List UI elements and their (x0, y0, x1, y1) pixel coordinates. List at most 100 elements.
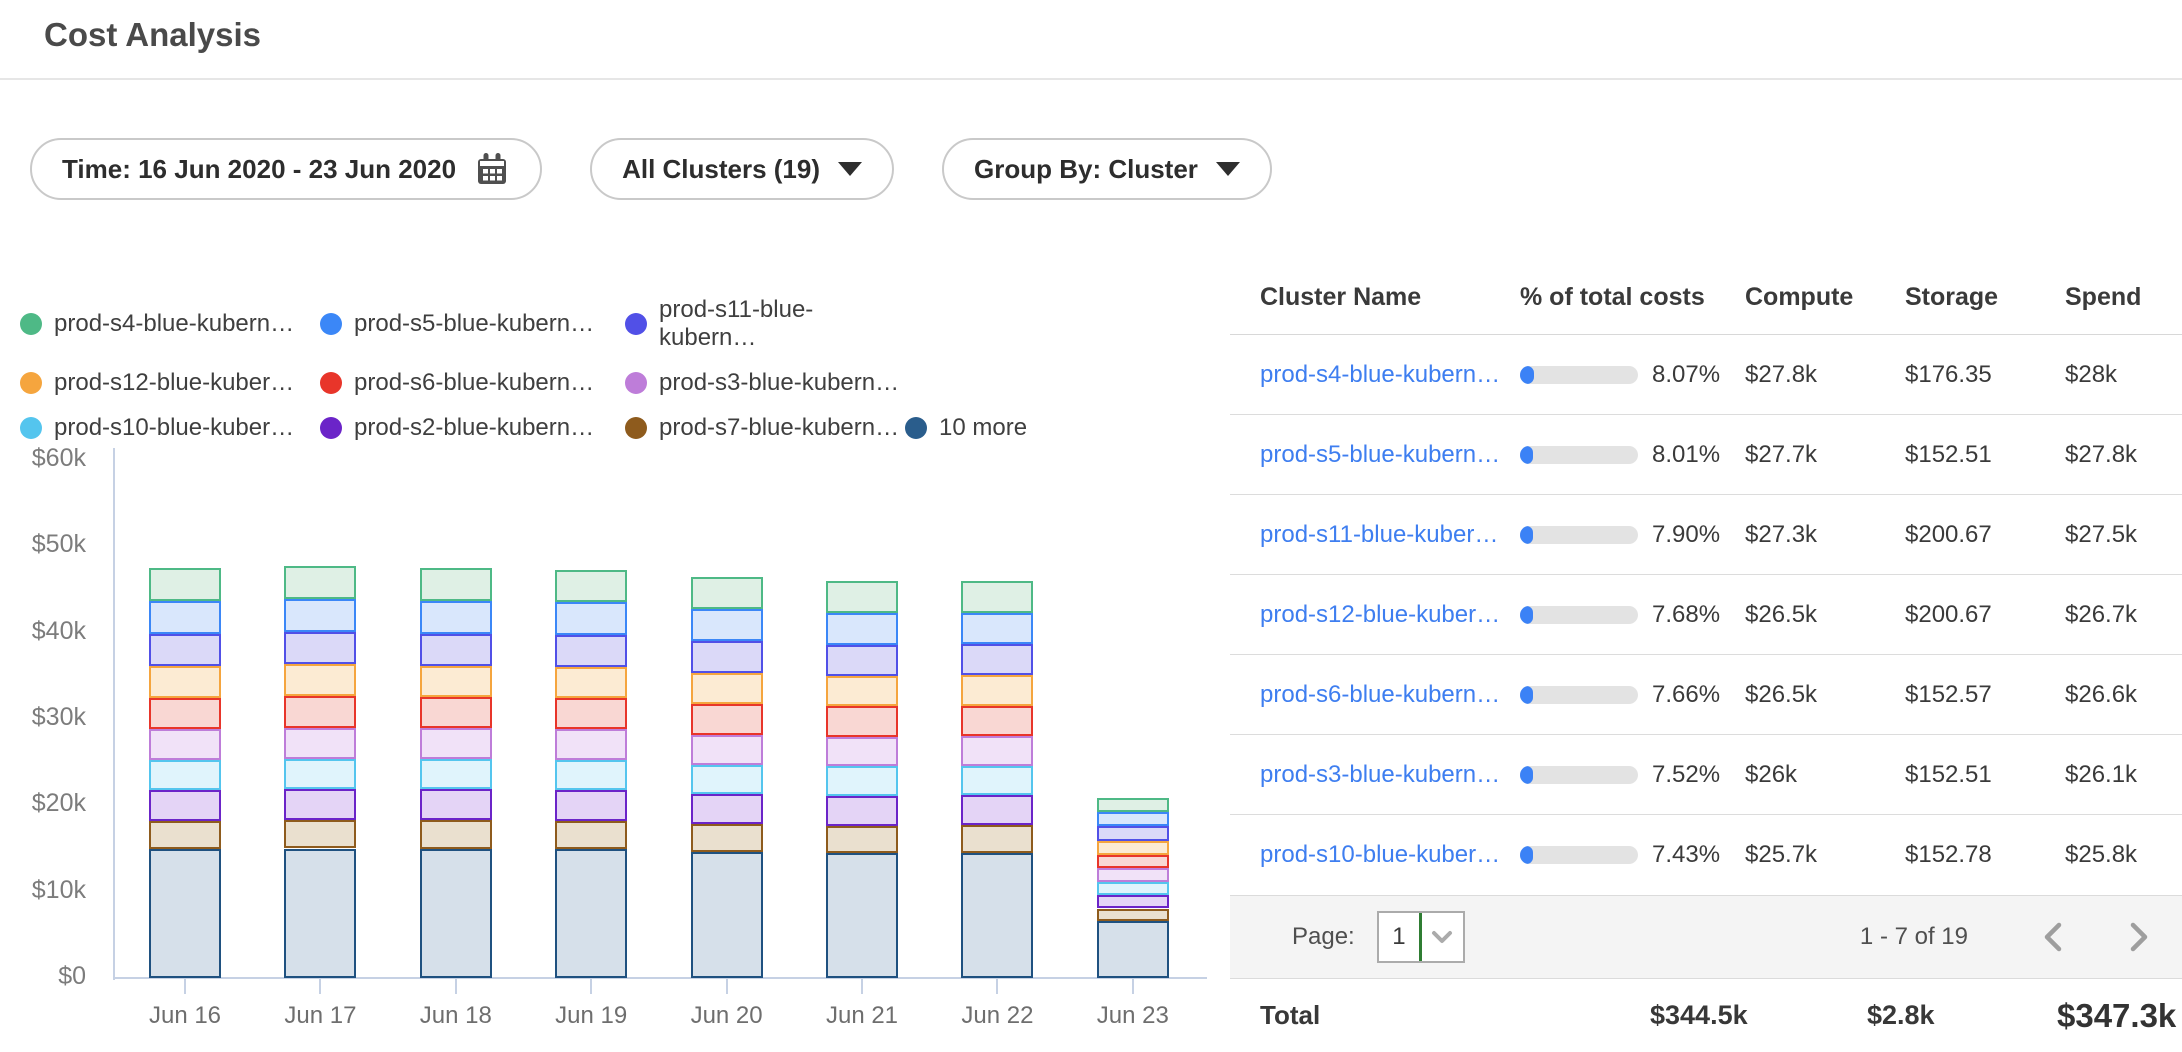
bar-segment[interactable] (284, 664, 356, 696)
bar-segment[interactable] (420, 697, 492, 728)
bar-segment[interactable] (691, 673, 763, 704)
cluster-name-link[interactable]: prod-s6-blue-kubern… (1260, 681, 1520, 709)
bar-segment[interactable] (284, 632, 356, 664)
bar-segment[interactable] (284, 849, 356, 979)
bar-segment[interactable] (826, 676, 898, 707)
bar-segment[interactable] (420, 568, 492, 601)
bar-segment[interactable] (555, 849, 627, 978)
bar-segment[interactable] (149, 760, 221, 790)
legend-item[interactable]: prod-s7-blue-kubern… (625, 414, 905, 442)
bar-segment[interactable] (961, 613, 1033, 645)
bar-segment[interactable] (826, 645, 898, 676)
bar-segment[interactable] (420, 728, 492, 759)
bar-segment[interactable] (284, 599, 356, 632)
bar-segment[interactable] (555, 790, 627, 821)
bar-segment[interactable] (1097, 895, 1169, 908)
bar-segment[interactable] (284, 820, 356, 848)
legend-item[interactable]: 10 more (905, 414, 1027, 442)
next-page-button[interactable] (2116, 918, 2160, 956)
bar-segment[interactable] (826, 853, 898, 978)
bar-segment[interactable] (1097, 868, 1169, 881)
bar-segment[interactable] (555, 760, 627, 790)
bar-segment[interactable] (961, 706, 1033, 736)
cluster-name-link[interactable]: prod-s3-blue-kubern… (1260, 761, 1520, 789)
bar-segment[interactable] (555, 698, 627, 729)
bar-segment[interactable] (284, 566, 356, 599)
bar-segment[interactable] (826, 766, 898, 795)
bar-segment[interactable] (555, 602, 627, 634)
bar-segment[interactable] (691, 609, 763, 641)
bar-segment[interactable] (149, 666, 221, 698)
legend-item[interactable]: prod-s5-blue-kubern… (320, 296, 625, 352)
time-range-filter[interactable]: Time: 16 Jun 2020 - 23 Jun 2020 (30, 138, 542, 200)
bar-segment[interactable] (284, 696, 356, 728)
bar-segment[interactable] (1097, 826, 1169, 840)
bar-segment[interactable] (149, 790, 221, 821)
bar-segment[interactable] (555, 667, 627, 699)
bar-segment[interactable] (961, 853, 1033, 978)
bar-segment[interactable] (555, 729, 627, 760)
bar-segment[interactable] (961, 766, 1033, 795)
legend-item[interactable]: prod-s6-blue-kubern… (320, 369, 625, 397)
bar-segment[interactable] (555, 635, 627, 667)
bar-segment[interactable] (420, 759, 492, 789)
bar-segment[interactable] (1097, 855, 1169, 869)
bar-segment[interactable] (284, 789, 356, 820)
bar-segment[interactable] (691, 765, 763, 794)
bar-segment[interactable] (149, 849, 221, 978)
cluster-name-link[interactable]: prod-s12-blue-kuber… (1260, 601, 1520, 629)
bar-segment[interactable] (555, 570, 627, 603)
cluster-name-link[interactable]: prod-s10-blue-kuber… (1260, 841, 1520, 869)
bar-segment[interactable] (149, 568, 221, 601)
bar-segment[interactable] (420, 601, 492, 634)
cluster-name-link[interactable]: prod-s11-blue-kuber… (1260, 521, 1520, 549)
bar-segment[interactable] (691, 852, 763, 978)
bar-segment[interactable] (961, 675, 1033, 706)
bar-segment[interactable] (826, 706, 898, 736)
bar-segment[interactable] (1097, 812, 1169, 826)
bar-segment[interactable] (691, 794, 763, 824)
bar-segment[interactable] (555, 821, 627, 849)
bar-segment[interactable] (691, 577, 763, 609)
bar-segment[interactable] (826, 826, 898, 854)
bar-segment[interactable] (420, 634, 492, 666)
bar-segment[interactable] (691, 824, 763, 852)
legend-item[interactable]: prod-s11-blue-kubern… (625, 296, 905, 352)
bar-segment[interactable] (284, 728, 356, 759)
bar-segment[interactable] (691, 704, 763, 735)
group-by-filter[interactable]: Group By: Cluster (942, 138, 1272, 200)
bar-segment[interactable] (1097, 882, 1169, 895)
bar-segment[interactable] (826, 581, 898, 613)
bar-segment[interactable] (1097, 909, 1169, 922)
bar-segment[interactable] (149, 729, 221, 760)
bar-segment[interactable] (149, 634, 221, 666)
bar-segment[interactable] (691, 641, 763, 673)
bar-segment[interactable] (961, 795, 1033, 825)
bar-segment[interactable] (826, 613, 898, 645)
bar-segment[interactable] (420, 849, 492, 978)
bar-segment[interactable] (149, 821, 221, 849)
cluster-name-link[interactable]: prod-s5-blue-kubern… (1260, 441, 1520, 469)
bar-segment[interactable] (826, 796, 898, 826)
bar-segment[interactable] (149, 601, 221, 634)
bar-segment[interactable] (420, 820, 492, 848)
cluster-name-link[interactable]: prod-s4-blue-kubern… (1260, 361, 1520, 389)
legend-item[interactable]: prod-s2-blue-kubern… (320, 414, 625, 442)
bar-segment[interactable] (826, 737, 898, 767)
bar-segment[interactable] (1097, 798, 1169, 813)
bar-segment[interactable] (420, 666, 492, 698)
legend-item[interactable]: prod-s4-blue-kubern… (20, 296, 320, 352)
bar-segment[interactable] (284, 759, 356, 789)
bar-segment[interactable] (961, 736, 1033, 766)
bar-segment[interactable] (1097, 921, 1169, 978)
prev-page-button[interactable] (2032, 918, 2076, 956)
bar-segment[interactable] (961, 825, 1033, 853)
bar-segment[interactable] (149, 698, 221, 729)
legend-item[interactable]: prod-s10-blue-kuber… (20, 414, 320, 442)
clusters-filter[interactable]: All Clusters (19) (590, 138, 894, 200)
bar-segment[interactable] (961, 644, 1033, 675)
bar-segment[interactable] (1097, 841, 1169, 855)
bar-segment[interactable] (691, 735, 763, 765)
bar-segment[interactable] (961, 581, 1033, 613)
page-select[interactable]: 1 (1377, 911, 1465, 963)
